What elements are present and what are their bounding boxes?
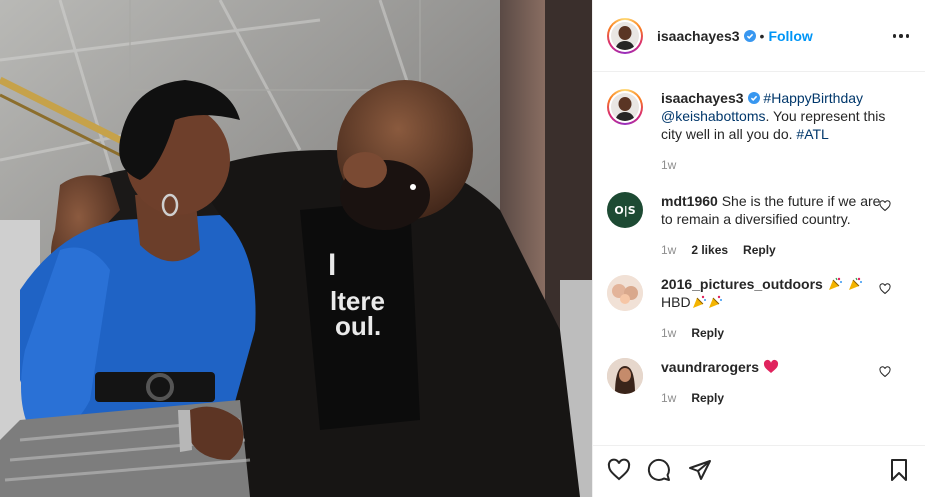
more-options-icon[interactable] xyxy=(891,26,911,46)
author-avatar[interactable] xyxy=(607,17,643,54)
heart-icon[interactable] xyxy=(879,200,891,212)
red-heart-icon xyxy=(763,359,779,373)
mention-link[interactable]: @keishabottoms xyxy=(661,108,765,124)
party-popper-icon xyxy=(692,295,706,308)
commenter-avatar[interactable] xyxy=(607,358,643,394)
comment-text: 2016_pictures_outdoors HBD 1w Reply xyxy=(661,275,889,342)
heart-icon[interactable] xyxy=(879,283,891,295)
commenter-avatar[interactable] xyxy=(607,275,643,311)
caption-avatar[interactable] xyxy=(607,89,643,125)
comment-body: HBD xyxy=(661,294,691,310)
hashtag-link[interactable]: #ATL xyxy=(796,126,828,142)
comments-list[interactable]: isaachayes3 #HappyBirthday @keishabottom… xyxy=(593,73,925,445)
author-username[interactable]: isaachayes3 xyxy=(657,28,740,44)
svg-text:l: l xyxy=(328,249,336,282)
comment-icon[interactable] xyxy=(647,458,671,482)
comment-likes[interactable]: 2 likes xyxy=(691,241,728,259)
comment-username[interactable]: 2016_pictures_outdoors xyxy=(661,276,823,292)
comment-item: vaundrarogers 1w Reply xyxy=(607,358,911,407)
reply-button[interactable]: Reply xyxy=(691,389,724,407)
party-popper-icon xyxy=(708,295,722,308)
verified-badge-icon xyxy=(747,92,760,104)
comment-text: mdt1960 She is the future if we are to r… xyxy=(661,192,889,259)
caption-username[interactable]: isaachayes3 xyxy=(661,90,744,106)
party-popper-icon xyxy=(828,277,842,290)
comment-time[interactable]: 1w xyxy=(661,324,676,342)
hashtag-link[interactable]: #HappyBirthday xyxy=(763,90,863,106)
post-side-panel: isaachayes3 • Follow isaachayes3 #HappyB… xyxy=(592,0,925,497)
comment-time[interactable]: 1w xyxy=(661,389,676,407)
separator-dot: • xyxy=(759,27,765,44)
heart-icon[interactable] xyxy=(879,366,891,378)
heart-icon[interactable] xyxy=(607,458,631,482)
commenter-avatar[interactable]: O|S xyxy=(607,192,643,228)
comment-item: O|S mdt1960 She is the future if we are … xyxy=(607,192,911,259)
reply-button[interactable]: Reply xyxy=(691,324,724,342)
paper-plane-icon[interactable] xyxy=(688,458,712,482)
post-photo[interactable]: l ltere oul. xyxy=(0,0,592,497)
comment-text: vaundrarogers 1w Reply xyxy=(661,358,889,407)
follow-button[interactable]: Follow xyxy=(768,28,812,44)
caption-time[interactable]: 1w xyxy=(661,156,676,174)
comment-item: 2016_pictures_outdoors HBD 1w Reply xyxy=(607,275,911,342)
party-popper-icon xyxy=(848,277,862,290)
comment-username[interactable]: vaundrarogers xyxy=(661,359,759,375)
comment-username[interactable]: mdt1960 xyxy=(661,193,718,209)
caption: isaachayes3 #HappyBirthday @keishabottom… xyxy=(607,89,911,174)
verified-badge-icon xyxy=(743,29,756,42)
post-header: isaachayes3 • Follow xyxy=(593,0,925,72)
comment-time[interactable]: 1w xyxy=(661,241,676,259)
avatar-logo: O|S xyxy=(614,203,636,217)
action-bar xyxy=(593,445,925,497)
caption-text: isaachayes3 #HappyBirthday @keishabottom… xyxy=(661,89,889,174)
bookmark-icon[interactable] xyxy=(887,458,911,482)
svg-text:oul.: oul. xyxy=(335,311,381,341)
reply-button[interactable]: Reply xyxy=(743,241,776,259)
